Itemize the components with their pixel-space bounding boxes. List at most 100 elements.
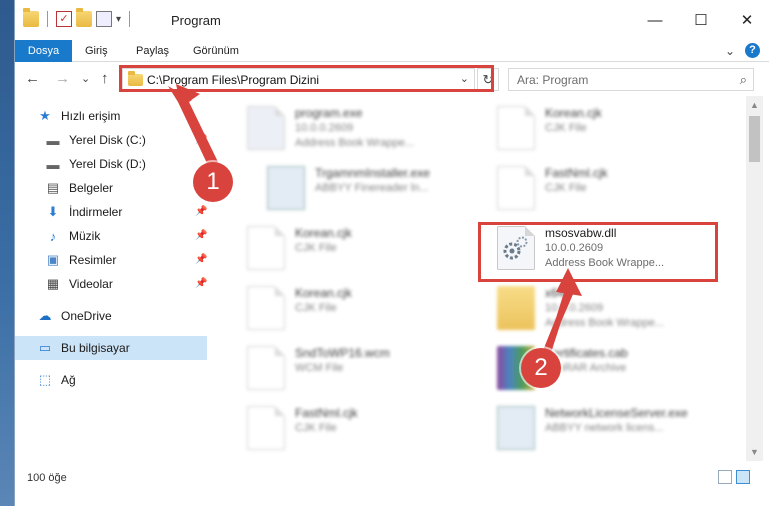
file-detail: ABBYY network licens... [545,422,664,434]
file-item[interactable]: SndToWP16.wcm WCM File [239,342,479,392]
file-item[interactable]: FastNml.cjk CJK File [489,162,729,212]
sidebar-item-onedrive[interactable]: ☁ OneDrive [37,305,112,327]
close-button[interactable]: ✕ [724,0,769,40]
network-icon: ⬚ [38,372,52,387]
scroll-up-icon[interactable]: ▲ [750,100,759,110]
file-name: x64 [545,286,565,300]
videos-icon: ▦ [46,276,60,291]
sidebar-item-disk-d[interactable]: ▬ Yerel Disk (D:) [45,153,146,175]
file-name: program.exe [295,106,363,120]
file-name: TrgamnmInstaller.exe [315,166,430,180]
documents-icon: ▤ [46,180,60,195]
step-2-badge: 2 [521,348,561,388]
sidebar-item-music[interactable]: ♪ Müzik [45,225,101,247]
sidebar-item-label: Belgeler [69,181,114,195]
sidebar-item-documents[interactable]: ▤ Belgeler [45,177,113,199]
view-toggle [718,470,750,484]
tab-giris[interactable]: Giriş [85,40,108,62]
vertical-scrollbar[interactable]: ▲ ▼ [746,96,763,461]
file-item[interactable]: program.exe 10.0.0.2609 Address Book Wra… [239,102,479,152]
sidebar-item-disk-c[interactable]: ▬ Yerel Disk (C:) [45,129,146,151]
search-input[interactable]: Ara: Program ⌕ [508,68,754,91]
status-bar: 100 öğe [15,466,769,490]
quick-access-toolbar: ✓ ▾ [23,8,134,27]
document-file-icon [247,406,285,450]
pin-icon[interactable]: 📌 [195,278,207,289]
sidebar-item-quick-access[interactable]: ★ Hızlı erişim [37,105,120,127]
document-file-icon [247,226,285,270]
music-icon: ♪ [49,228,57,244]
file-name: Korean.cjk [295,286,352,300]
file-item[interactable]: x64 10.0.0.2609 Address Book Wrappe... [489,282,729,332]
recent-locations-icon[interactable]: ⌄ [81,72,90,85]
computer-icon: ▭ [38,340,52,355]
address-highlight-box [119,65,494,92]
back-arrow-icon[interactable]: ← [25,70,40,87]
file-item[interactable]: TrgamnmInstaller.exe ABBYY Finereader ln… [259,162,499,212]
sidebar-item-label: İndirmeler [69,205,123,219]
sidebar-item-label: OneDrive [61,309,112,323]
details-view-icon[interactable] [718,470,732,484]
pin-icon[interactable]: 📌 [195,254,207,265]
search-icon[interactable]: ⌕ [740,72,747,88]
customize-icon[interactable] [96,11,112,27]
tab-paylas[interactable]: Paylaş [136,40,169,62]
file-description: Address Book Wrappe... [545,317,665,329]
sidebar-item-videos[interactable]: ▦ Videolar [45,273,113,295]
document-file-icon [497,106,535,150]
sidebar-item-label: Yerel Disk (D:) [69,157,146,171]
folder-icon [497,286,535,330]
pin-icon[interactable]: 📌 [195,230,207,241]
file-item[interactable]: NetworkLicenseServer.exe ABBYY network l… [489,402,729,452]
ribbon-expand-icon[interactable]: ⌄ [725,44,735,58]
pin-icon[interactable]: 📌 [195,134,207,145]
sidebar-item-network[interactable]: ⬚ Ağ [37,369,76,391]
file-item[interactable]: Korean.cjk CJK File [239,222,479,272]
navigation-pane: ★ Hızlı erişim ▬ Yerel Disk (C:) ▬ Yerel… [15,96,211,461]
search-placeholder: Ara: Program [517,73,589,87]
minimize-button[interactable]: — [632,0,678,40]
item-count: 100 öğe [27,472,67,484]
sidebar-item-label: Videolar [69,277,113,291]
file-detail: CJK File [545,182,587,194]
sidebar-item-label: Resimler [69,253,117,267]
toolbar-separator [47,11,48,27]
forward-arrow-icon[interactable]: → [55,70,70,87]
up-arrow-icon[interactable]: ↑ [101,70,109,87]
file-detail: CJK File [545,122,587,134]
drive-icon: ▬ [46,156,60,172]
file-name: SndToWP16.wcm [295,346,390,360]
window-title: Program [171,13,221,28]
file-description: Address Book Wrappe... [295,137,415,149]
scroll-down-icon[interactable]: ▼ [750,447,759,457]
star-icon: ★ [39,108,51,123]
document-file-icon [497,166,535,210]
sidebar-item-label: Müzik [69,229,101,243]
file-detail: WCM File [295,362,344,374]
maximize-button[interactable]: ☐ [678,0,724,40]
scroll-thumb[interactable] [749,116,760,162]
file-detail: 10.0.0.2609 [545,302,604,314]
pictures-icon: ▣ [46,252,60,267]
file-item[interactable]: FastNml.cjk CJK File [239,402,479,452]
file-detail: CJK File [295,302,337,314]
properties-check-icon[interactable]: ✓ [56,11,72,27]
help-icon[interactable]: ? [745,43,760,58]
document-file-icon [247,286,285,330]
ribbon-controls: ⌄ ? [725,43,760,58]
sidebar-item-this-pc[interactable]: ▭ Bu bilgisayar [37,337,130,359]
title-bar: ✓ ▾ Program — ☐ ✕ [15,0,769,40]
file-item[interactable]: Korean.cjk CJK File [489,102,729,152]
pin-icon[interactable]: 📌 [195,206,207,217]
sidebar-item-downloads[interactable]: ⬇ İndirmeler [45,201,123,223]
folder-icon[interactable] [23,8,39,27]
qat-dropdown-icon[interactable]: ▾ [116,14,121,25]
file-detail: CJK File [295,422,337,434]
tiles-view-icon[interactable] [736,470,750,484]
drive-icon: ▬ [46,132,60,148]
tab-gorunum[interactable]: Görünüm [193,40,239,62]
new-folder-icon[interactable] [76,8,92,27]
file-highlight-box [478,222,718,282]
sidebar-item-pictures[interactable]: ▣ Resimler [45,249,117,271]
file-item[interactable]: Korean.cjk CJK File [239,282,479,332]
